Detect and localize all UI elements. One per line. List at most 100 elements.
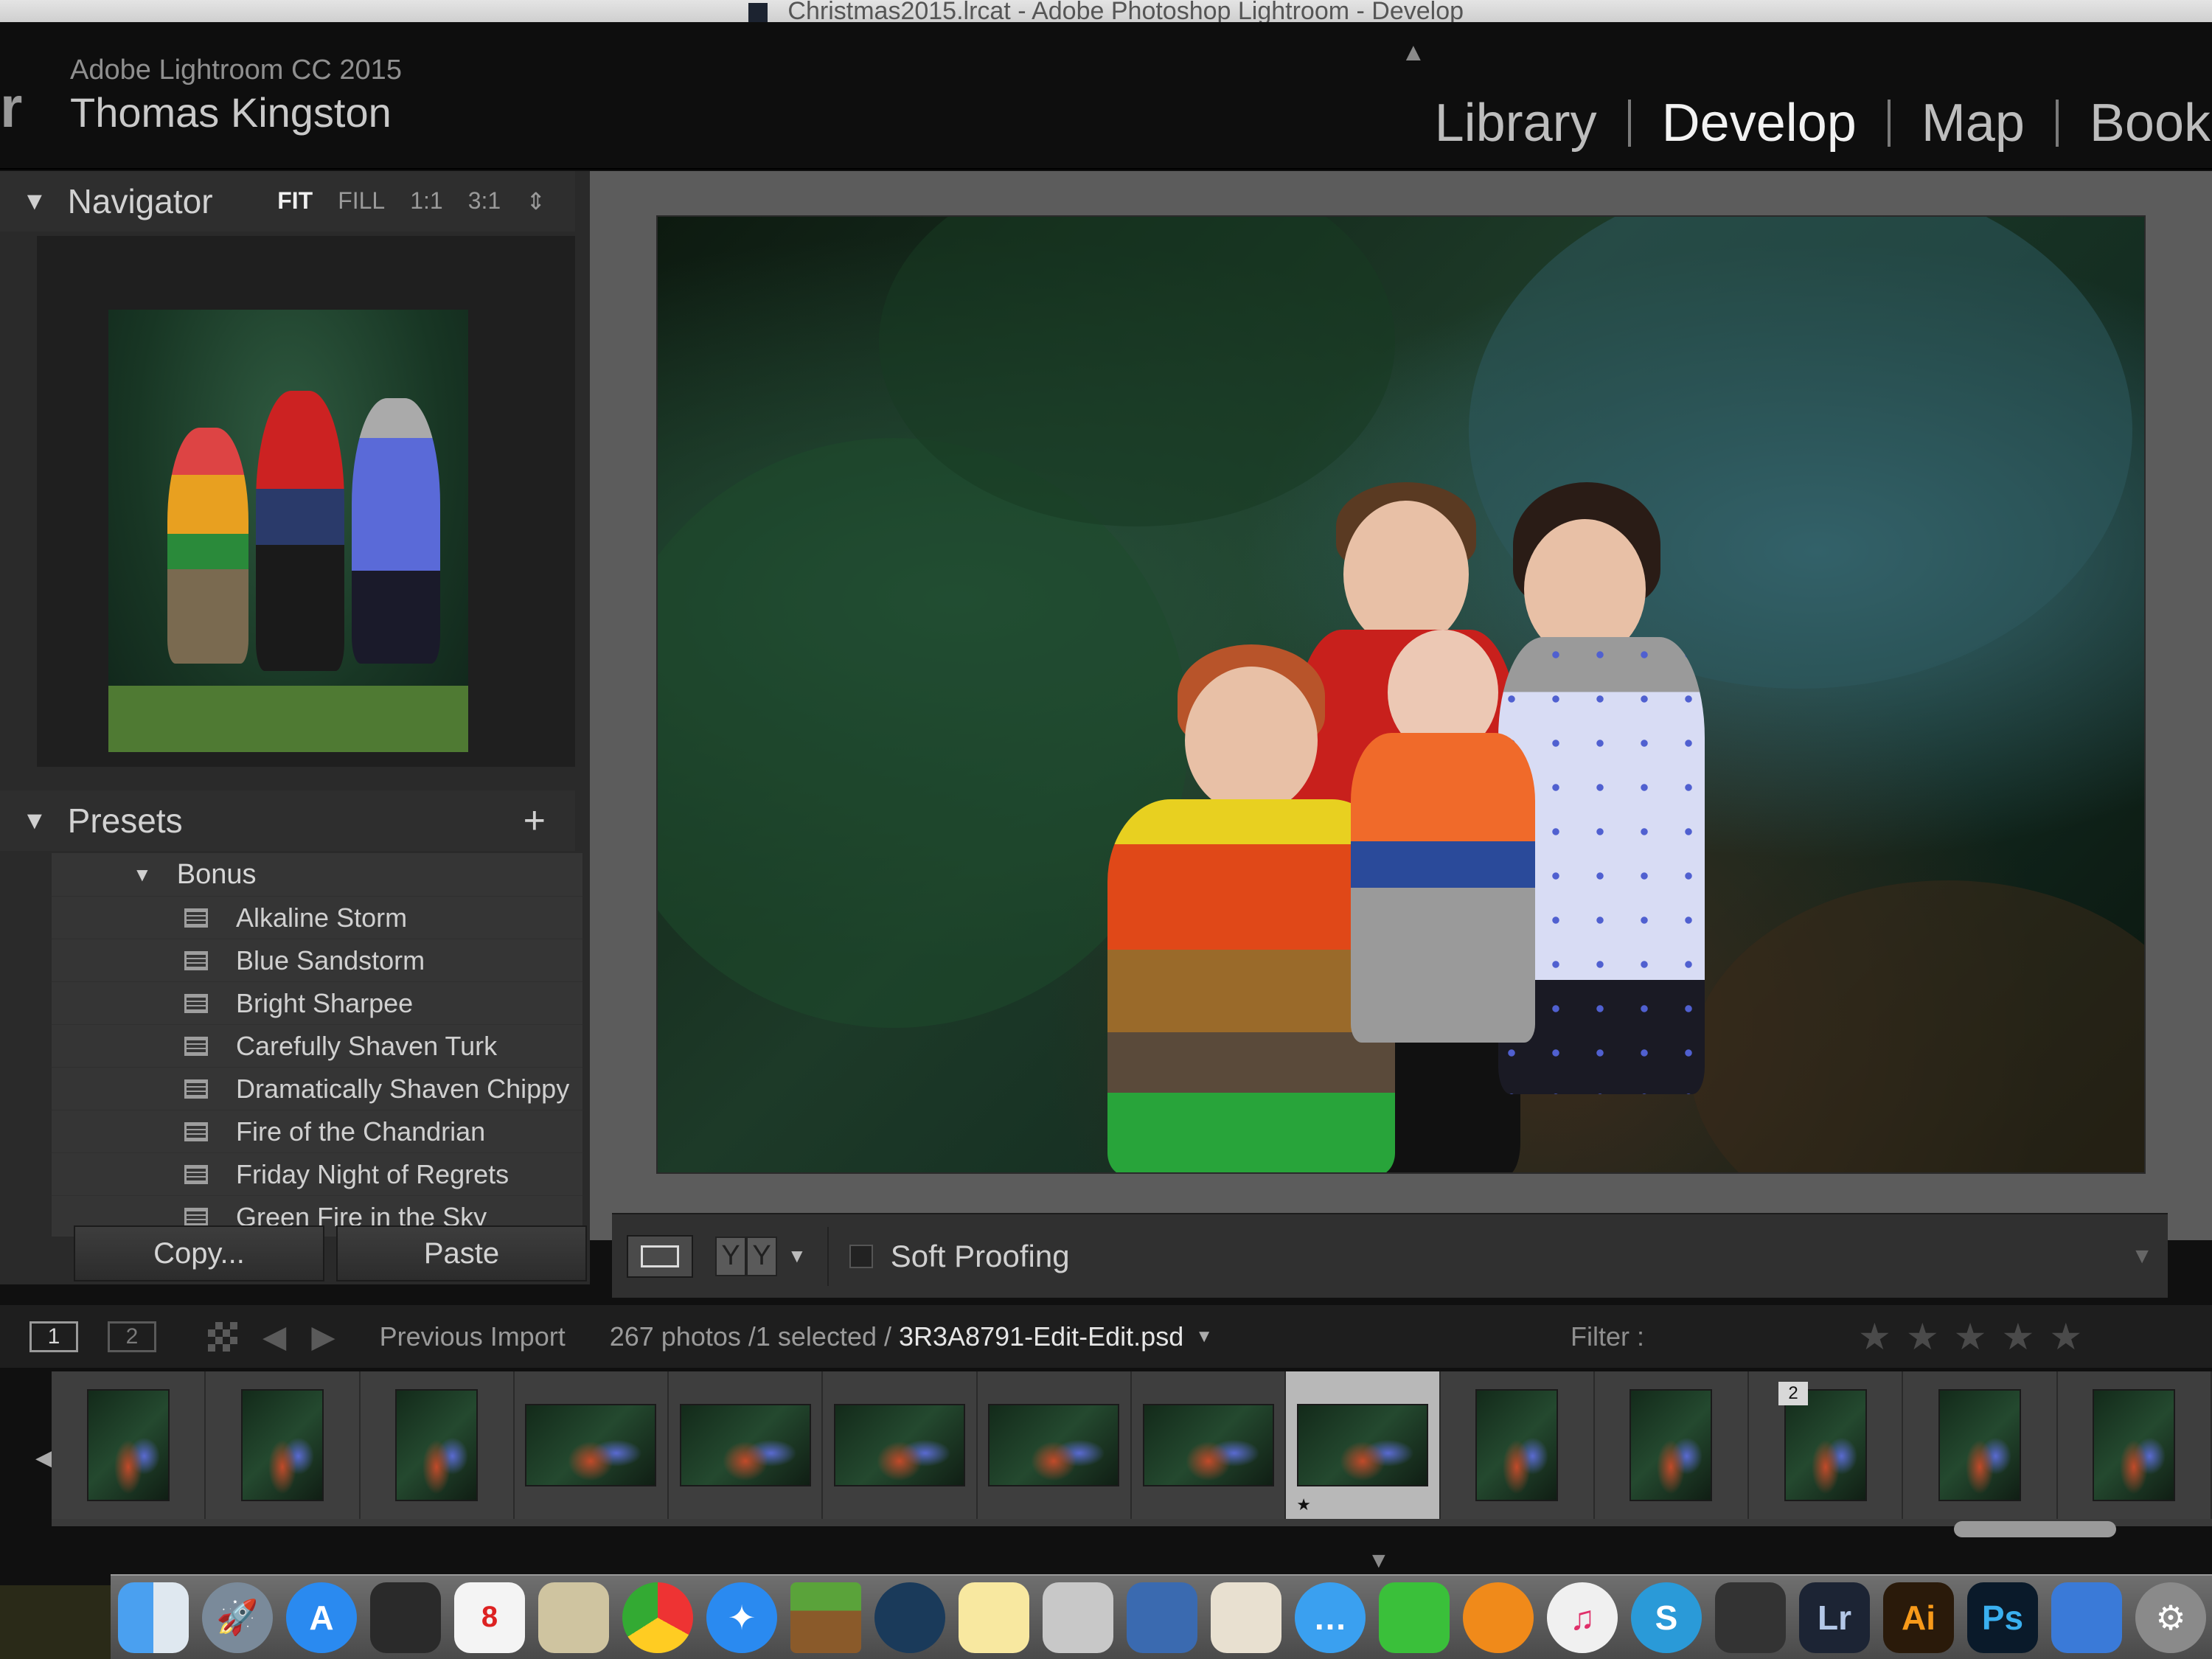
photo-booth-icon[interactable] <box>1211 1582 1281 1653</box>
preset-item[interactable]: Friday Night of Regrets <box>52 1152 582 1195</box>
main-photo[interactable] <box>656 215 2146 1174</box>
finder-icon[interactable] <box>118 1582 189 1653</box>
zoom-stepper-icon[interactable]: ⇕ <box>526 187 546 215</box>
after-view-icon[interactable]: Y <box>746 1236 777 1276</box>
filmstrip-scroll-left-icon[interactable]: ◀ <box>35 1445 52 1471</box>
illustrator-icon[interactable]: Ai <box>1883 1582 1954 1653</box>
star-icon[interactable]: ★ <box>1858 1315 1891 1358</box>
star-icon[interactable]: ★ <box>2049 1315 2082 1358</box>
rating-star-icon: ★ <box>1296 1495 1311 1514</box>
navigator-thumbnail[interactable] <box>108 310 468 752</box>
notes-icon[interactable] <box>959 1582 1029 1653</box>
filmstrip-thumbnail <box>86 1389 170 1501</box>
star-icon[interactable]: ★ <box>1954 1315 1987 1358</box>
zoom-fit[interactable]: FIT <box>277 187 313 215</box>
lightroom-icon[interactable]: Lr <box>1799 1582 1870 1653</box>
presets-header[interactable]: ▼ Presets + <box>0 790 575 851</box>
before-view-icon[interactable]: Y <box>715 1236 746 1276</box>
preset-item[interactable]: Fire of the Chandrian <box>52 1110 582 1152</box>
filmstrip-frame[interactable]: 2 <box>1749 1371 1904 1519</box>
system-preferences-icon[interactable]: ⚙ <box>2135 1582 2206 1653</box>
before-after-button[interactable]: Y Y <box>715 1236 777 1276</box>
paste-settings-button[interactable]: Paste <box>336 1225 587 1281</box>
soft-proofing-checkbox[interactable] <box>849 1244 873 1268</box>
safari-icon[interactable]: ✦ <box>706 1582 777 1653</box>
module-develop[interactable]: Develop <box>1631 93 1888 153</box>
preset-item[interactable]: Dramatically Shaven Chippy <box>52 1067 582 1110</box>
module-map[interactable]: Map <box>1891 93 2056 153</box>
collapse-top-panel-arrow[interactable]: ▲ <box>1401 38 1426 67</box>
selected-filename[interactable]: 3R3A8791-Edit-Edit.psd <box>899 1321 1183 1352</box>
filmstrip-frame[interactable] <box>360 1371 515 1519</box>
preset-item[interactable]: Bright Sharpee <box>52 981 582 1024</box>
preset-folder-label: Bonus <box>176 858 257 890</box>
calendar-icon[interactable]: 8 <box>454 1582 525 1653</box>
before-after-dropdown-icon[interactable]: ▼ <box>787 1245 807 1267</box>
star-icon[interactable]: ★ <box>1906 1315 1939 1358</box>
stack-count-badge[interactable]: 2 <box>1778 1382 1809 1405</box>
primary-window-button[interactable]: 1 <box>29 1321 78 1352</box>
photo-face <box>1343 501 1469 648</box>
facetime-icon[interactable] <box>1379 1582 1450 1653</box>
back-arrow-icon[interactable]: ◀ <box>262 1318 286 1354</box>
filmstrip-frame[interactable] <box>206 1371 361 1519</box>
secondary-window-button[interactable]: 2 <box>108 1321 156 1352</box>
messages-icon[interactable]: … <box>1295 1582 1366 1653</box>
grid-view-icon[interactable] <box>208 1321 237 1352</box>
add-preset-icon[interactable]: + <box>524 799 546 843</box>
collapse-triangle-icon[interactable]: ▼ <box>22 807 47 835</box>
toolbar-content-dropdown-icon[interactable]: ▼ <box>2131 1244 2153 1269</box>
zoom-1to1[interactable]: 1:1 <box>410 187 442 215</box>
filmstrip-frame[interactable] <box>514 1371 669 1519</box>
collapse-bottom-panel-arrow[interactable]: ▼ <box>1368 1548 1390 1573</box>
zoom-fill[interactable]: FILL <box>338 187 385 215</box>
skype-icon[interactable]: S <box>1631 1582 1702 1653</box>
calculator-icon[interactable] <box>1043 1582 1113 1653</box>
filmstrip-frame[interactable] <box>977 1371 1132 1519</box>
folder-triangle-icon[interactable]: ▼ <box>133 863 152 886</box>
rating-filter[interactable]: ★ ★ ★ ★ ★ <box>1858 1315 2082 1358</box>
mission-control-icon[interactable] <box>370 1582 441 1653</box>
forward-arrow-icon[interactable]: ▶ <box>311 1318 335 1354</box>
preset-item[interactable]: Blue Sandstorm <box>52 939 582 981</box>
module-library[interactable]: Library <box>1404 93 1628 153</box>
copy-settings-button[interactable]: Copy... <box>74 1225 324 1281</box>
preset-item[interactable]: Alkaline Storm <box>52 896 582 939</box>
ibooks-icon[interactable] <box>1463 1582 1534 1653</box>
star-icon[interactable]: ★ <box>2001 1315 2034 1358</box>
filmstrip-scrollbar[interactable] <box>1954 1521 2116 1537</box>
downloads-folder-icon[interactable] <box>2051 1582 2122 1653</box>
filmstrip-frame[interactable] <box>1594 1371 1750 1519</box>
zoom-3to1[interactable]: 3:1 <box>468 187 501 215</box>
filmstrip-frame[interactable] <box>1131 1371 1287 1519</box>
filmstrip-frame-selected[interactable]: ★ <box>1286 1371 1441 1519</box>
preset-folder-bonus[interactable]: ▼ Bonus <box>52 853 582 896</box>
filmstrip-thumbnail <box>1142 1404 1274 1486</box>
collapse-triangle-icon[interactable]: ▼ <box>22 187 47 216</box>
itunes-icon[interactable]: ♫ <box>1547 1582 1618 1653</box>
soft-proofing-label[interactable]: Soft Proofing <box>891 1239 1070 1274</box>
photoshop-icon[interactable]: Ps <box>1967 1582 2038 1653</box>
filmstrip-frame[interactable] <box>2057 1371 2212 1519</box>
printer-icon[interactable] <box>1715 1582 1786 1653</box>
filmstrip-frame[interactable] <box>823 1371 978 1519</box>
navigator-header[interactable]: ▼ Navigator FIT FILL 1:1 3:1 ⇕ <box>0 171 575 232</box>
minecraft-icon[interactable] <box>790 1582 861 1653</box>
filename-dropdown-icon[interactable]: ▼ <box>1195 1326 1213 1347</box>
steam-icon[interactable] <box>874 1582 945 1653</box>
filmstrip-frame[interactable] <box>52 1371 206 1519</box>
filmstrip-frame[interactable] <box>1903 1371 2058 1519</box>
loupe-view-button[interactable] <box>627 1234 693 1278</box>
module-book[interactable]: Book <box>2059 93 2212 153</box>
preset-item[interactable]: Carefully Shaven Turk <box>52 1024 582 1067</box>
preview-icon[interactable] <box>538 1582 609 1653</box>
identity-plate-bar: ▲ r Adobe Lightroom CC 2015 Thomas Kings… <box>0 22 2212 170</box>
filmstrip-frame[interactable] <box>1440 1371 1595 1519</box>
chrome-icon[interactable] <box>622 1582 693 1653</box>
filmstrip-thumbnail <box>1475 1389 1559 1501</box>
launchpad-icon[interactable]: 🚀 <box>202 1582 273 1653</box>
filmstrip-frame[interactable] <box>669 1371 824 1519</box>
app-store-icon[interactable]: A <box>286 1582 357 1653</box>
filmstrip-source[interactable]: Previous Import <box>380 1321 566 1352</box>
monitor-icon[interactable] <box>1127 1582 1197 1653</box>
